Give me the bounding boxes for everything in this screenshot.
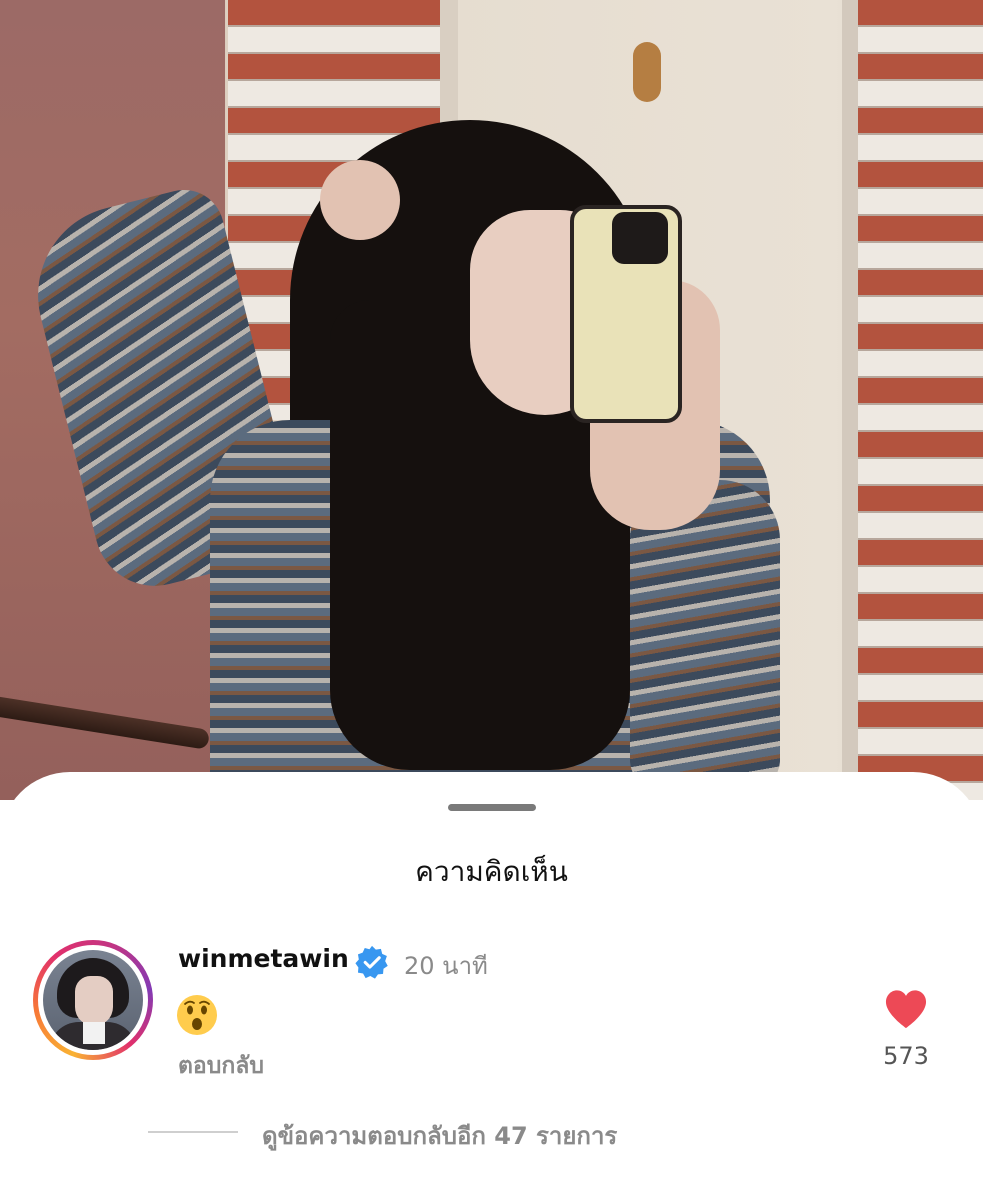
tiled-wall-right (858, 0, 983, 800)
sheet-title: ความคิดเห็น (415, 855, 568, 888)
astonished-face-emoji (177, 995, 217, 1035)
avatar-story-ring[interactable] (33, 940, 153, 1060)
avatar-ring-gap (38, 945, 148, 1055)
subject-hand-raised (320, 160, 400, 240)
post-photo (0, 0, 983, 800)
sheet-drag-handle[interactable] (448, 804, 536, 811)
avatar-collar (83, 1022, 105, 1044)
wall-hook (633, 42, 661, 102)
like-count: 573 (883, 1042, 929, 1070)
heart-icon[interactable] (883, 988, 929, 1030)
reply-button[interactable]: ตอบกลับ (178, 1048, 264, 1084)
avatar-face (75, 976, 113, 1026)
view-more-replies[interactable]: ดูข้อความตอบกลับอีก 47 รายการ (0, 1110, 983, 1150)
avatar[interactable] (43, 950, 143, 1050)
verified-badge-icon (355, 945, 388, 979)
comment-item: winmetawin 20 นาที ตอบกลับ 573 (0, 940, 983, 1100)
comment-timestamp: 20 นาที (404, 952, 488, 980)
view-replies-label[interactable]: ดูข้อความตอบกลับอีก 47 รายการ (262, 1116, 617, 1155)
comments-sheet: ความคิดเห็น winmetawin 20 นาที ตอบกลับ 5… (0, 772, 983, 1200)
replies-divider-line (148, 1131, 238, 1133)
comment-username[interactable]: winmetawin (178, 944, 349, 973)
phone-camera (612, 212, 668, 264)
